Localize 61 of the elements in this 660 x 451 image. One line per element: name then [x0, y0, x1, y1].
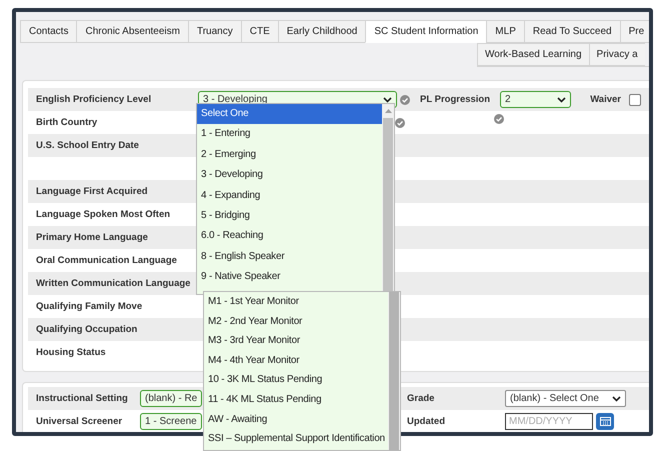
setting-select[interactable]: 1 - Screene [140, 413, 202, 430]
scrollbar-thumb[interactable] [383, 118, 393, 294]
dropdown-option[interactable]: 9 - Native Speaker [197, 267, 382, 288]
dropdown-option[interactable]: 10 - 3K ML Status Pending [204, 370, 388, 390]
chevron-down-icon [612, 396, 621, 402]
field-label: Housing Status [35, 347, 107, 358]
tab[interactable]: Privacy a [588, 43, 645, 66]
tab[interactable]: Pre [620, 20, 649, 43]
check-circle-icon [494, 114, 504, 124]
tab[interactable]: Truancy [188, 20, 241, 43]
field-label: Qualifying Family Move [35, 301, 144, 312]
field-label: Universal Screener [35, 416, 124, 427]
dropdown-option[interactable]: M3 - 3rd Year Monitor [204, 331, 388, 351]
setting-select[interactable]: (blank) - Re [140, 390, 202, 407]
tab[interactable]: CTE [240, 20, 278, 43]
calendar-button[interactable] [596, 413, 614, 430]
check-circle-icon [395, 118, 405, 128]
dropdown-option[interactable]: 11 - 4K ML Status Pending [204, 390, 388, 410]
waiver-checkbox[interactable] [629, 94, 641, 106]
check-circle-icon [400, 94, 410, 104]
chevron-down-icon [557, 96, 566, 102]
dropdown-option[interactable]: 4 - Expanding [197, 186, 382, 206]
dropdown-option[interactable]: Select One [197, 104, 382, 124]
dropdown-option[interactable]: 2 - Emerging [197, 144, 382, 166]
field-label: Birth Country [35, 117, 98, 128]
field-label: PL Progression [420, 94, 490, 105]
field-label: Grade [407, 393, 436, 404]
dropdown-option[interactable]: AW - Awaiting [204, 410, 388, 430]
date-field[interactable]: MM/DD/YYYY [505, 413, 593, 430]
field-label: Language Spoken Most Often [35, 209, 172, 220]
field-label: Waiver [590, 94, 621, 105]
tab[interactable]: Chronic Absenteeism [76, 20, 188, 43]
dropdown-option[interactable]: SSI – Supplemental Support Identification [204, 429, 388, 449]
dropdown-option[interactable]: M1 - 1st Year Monitor [204, 292, 388, 312]
field-label: Qualifying Occupation [35, 324, 138, 335]
grade-select[interactable]: (blank) - Select One [505, 390, 626, 407]
field-label: Oral Communication Language [35, 255, 178, 266]
field-label: U.S. School Entry Date [35, 140, 140, 151]
tab[interactable]: Work-Based Learning [477, 43, 589, 66]
tab[interactable]: SC Student Information [365, 20, 486, 43]
dropdown-option[interactable]: 1 - Entering [197, 124, 382, 145]
tab[interactable]: MLP [486, 20, 524, 43]
dropdown-option[interactable]: 8 - English Speaker [197, 246, 382, 268]
field-label: Written Communication Language [35, 278, 192, 289]
tab[interactable]: Contacts [20, 20, 76, 43]
calendar-icon [600, 417, 610, 426]
pl-progression-select[interactable]: 2 [500, 91, 572, 108]
tab[interactable]: Read To Succeed [524, 20, 620, 43]
dropdown-option[interactable]: 6.0 - Reaching [197, 226, 382, 247]
dropdown-option[interactable]: 3 - Developing [197, 165, 382, 186]
field-label: Instructional Setting [35, 393, 129, 404]
chevron-down-icon [383, 96, 392, 102]
field-label: Primary Home Language [35, 232, 149, 243]
tab[interactable]: Early Childhood [278, 20, 366, 43]
scrollbar[interactable] [382, 104, 394, 294]
dropdown-option[interactable]: M2 - 2nd Year Monitor [204, 312, 388, 332]
dropdown-option[interactable]: M4 - 4th Year Monitor [204, 350, 388, 370]
field-label: Language First Acquired [35, 186, 149, 197]
dropdown-option[interactable]: 5 - Bridging [197, 206, 382, 226]
field-label: Updated [407, 416, 446, 427]
field-label: English Proficiency Level [35, 94, 152, 105]
